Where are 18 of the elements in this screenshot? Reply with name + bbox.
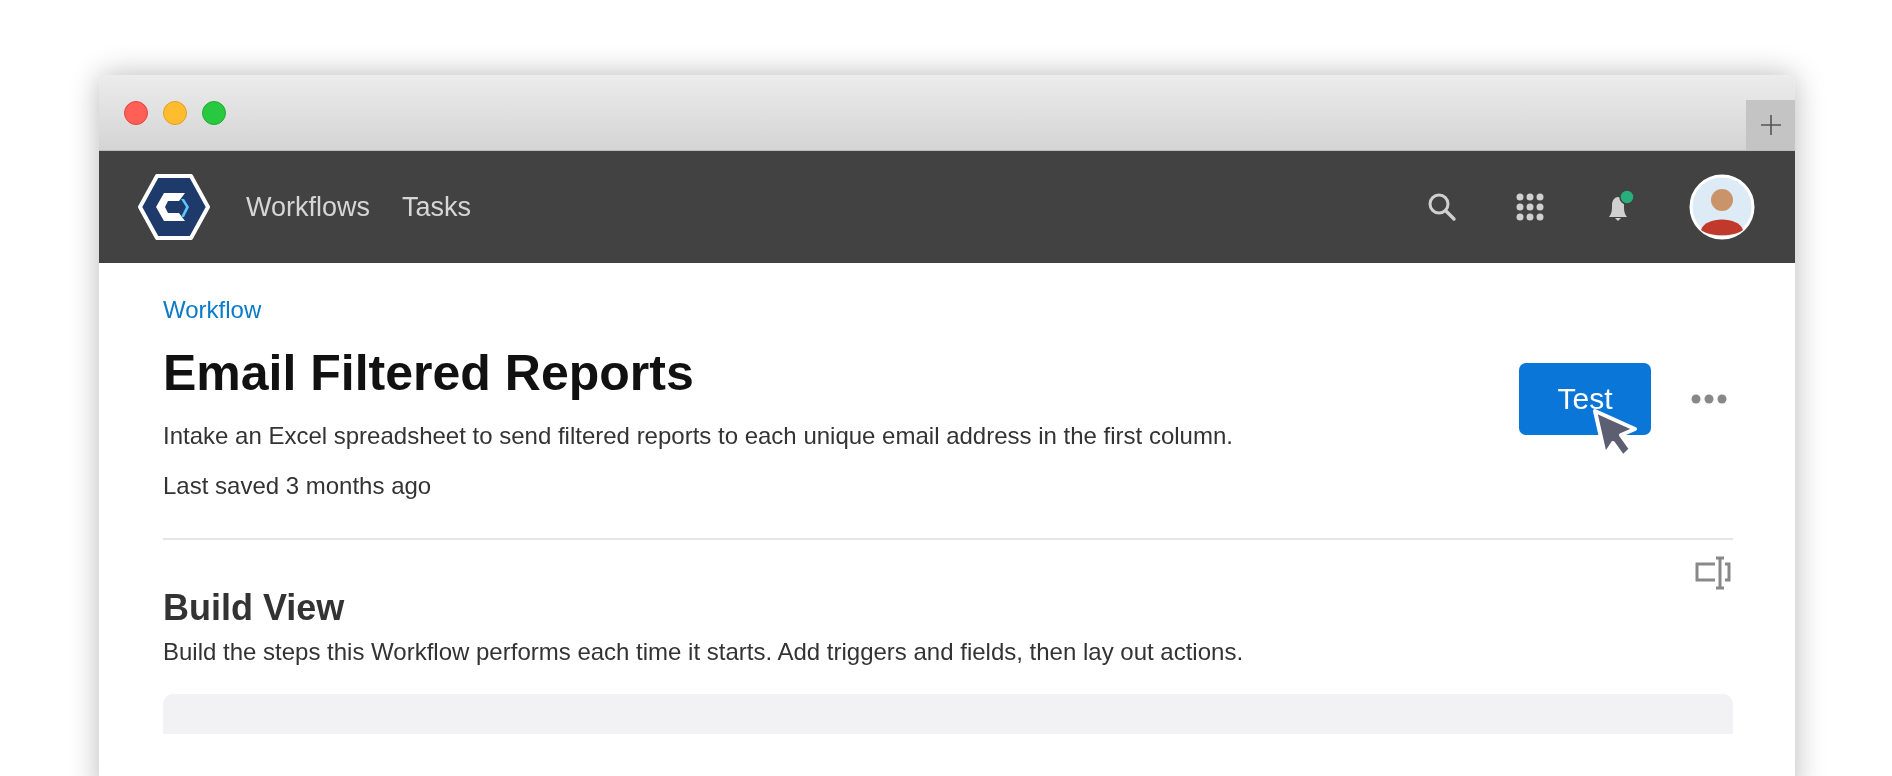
close-button[interactable] [124,100,148,125]
workflow-title: Email Filtered Reports [163,344,695,402]
workflow-description: Intake an Excel spreadsheet to send filtered reports to each unique email address in the first column. [163,422,1234,450]
last-saved-text: Last saved 3 months ago [163,472,433,500]
nav-link[interactable]: Tasks [402,191,472,223]
search-icon[interactable] [1427,192,1457,222]
zoom-button[interactable] [202,100,226,125]
avatar[interactable] [1689,174,1755,240]
plus-icon [1759,114,1782,136]
section-description: Build the steps this Workflow performs each time it starts. Add triggers and fields, then lay out actions. [163,638,1245,666]
breadcrumb-link[interactable]: Workflow [163,296,1519,324]
logo-icon[interactable] [138,171,210,243]
text-field-icon[interactable] [1695,556,1733,590]
new-tab-button[interactable] [1746,100,1795,150]
more-options-icon[interactable] [1691,394,1727,404]
section-title: Build View [163,590,346,626]
apps-grid-icon[interactable] [1515,192,1545,222]
nav-link[interactable]: Workflows [246,191,371,223]
